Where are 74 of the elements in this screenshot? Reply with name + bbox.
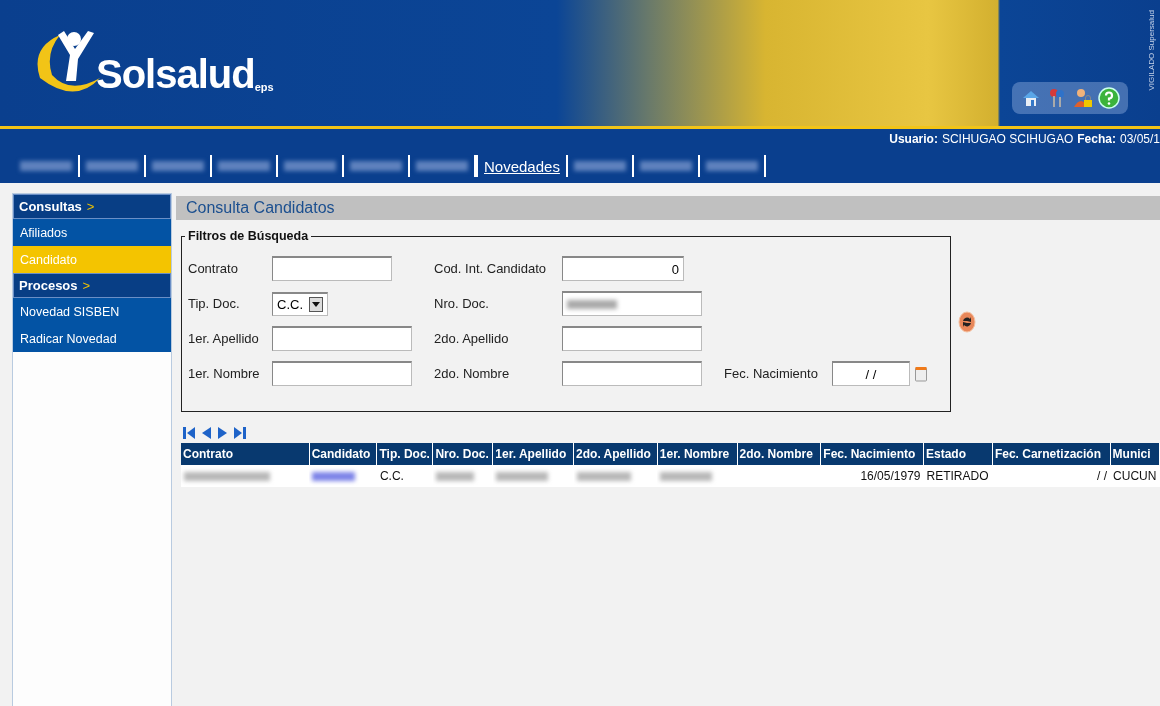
input-field[interactable]: [562, 361, 702, 386]
logo-text: Solsalud: [96, 52, 255, 97]
sidebar-item[interactable]: Afiliados: [13, 219, 171, 246]
column-header[interactable]: 1er. Apellido: [492, 443, 574, 465]
first-page-button[interactable]: [181, 426, 197, 440]
field-label: Contrato: [188, 261, 239, 276]
home-icon: [1021, 88, 1041, 108]
column-header[interactable]: Munici: [1110, 443, 1160, 465]
logo-suffix: eps: [254, 81, 274, 93]
column-header[interactable]: Fec. Carnetización: [992, 443, 1111, 465]
keys-icon: [1047, 87, 1067, 109]
previous-icon: [200, 426, 212, 440]
input-field[interactable]: 0: [562, 256, 684, 281]
table-cell: CUCUN: [1110, 465, 1160, 487]
column-header[interactable]: Fec. Nacimiento: [820, 443, 924, 465]
date-label: Fecha:: [1077, 132, 1116, 146]
doc-type-select[interactable]: C.C.: [272, 291, 328, 316]
field-label: 2do. Nombre: [434, 366, 511, 381]
user-lock-icon: [1073, 87, 1093, 109]
column-header[interactable]: Estado: [923, 443, 993, 465]
input-field[interactable]: [272, 326, 412, 351]
input-field[interactable]: [562, 291, 702, 316]
last-icon: [233, 426, 247, 440]
section-title: Consultas: [19, 199, 82, 214]
last-page-button[interactable]: [232, 426, 248, 440]
field-label: Tip. Doc.: [188, 296, 241, 311]
field-label: Fec. Nacimiento: [724, 366, 819, 381]
help-icon: [1098, 87, 1120, 109]
refresh-button[interactable]: [958, 311, 976, 333]
table-cell: 16/05/1979: [820, 465, 924, 487]
column-header[interactable]: 2do. Nombre: [737, 443, 821, 465]
side-text: VIGILADO Supersalud: [1147, 10, 1156, 91]
section-arrow: >: [82, 278, 91, 293]
input-field[interactable]: [272, 256, 392, 281]
table-cell: C.C.: [376, 465, 433, 487]
user-button[interactable]: [1072, 86, 1094, 110]
menu-tab[interactable]: Novedades: [476, 155, 568, 177]
sidebar-section-header[interactable]: Consultas >: [13, 194, 171, 219]
column-header[interactable]: 2do. Apellido: [573, 443, 658, 465]
blurred-text: [435, 471, 474, 481]
field-label: 2do. Apellido: [434, 331, 510, 346]
section-title: Procesos: [19, 278, 78, 293]
section-arrow: >: [86, 199, 95, 214]
input-field[interactable]: [562, 326, 702, 351]
sidebar-item[interactable]: Novedad SISBEN: [13, 298, 171, 325]
blurred-text: [576, 471, 631, 481]
refresh-icon: [958, 311, 976, 333]
blurred-text: [495, 471, 549, 481]
date-field[interactable]: / /: [832, 361, 910, 386]
column-header[interactable]: Tip. Doc.: [376, 443, 433, 465]
field-label: 1er. Nombre: [188, 366, 261, 381]
table-cell: RETIRADO: [923, 465, 993, 487]
caret-icon: [312, 301, 320, 307]
field-label: 1er. Apellido: [188, 331, 260, 346]
page-title: Consulta Candidatos: [176, 196, 1160, 220]
user-name: SCIHUGAO SCIHUGAO: [941, 132, 1074, 146]
user-label: Usuario:: [889, 132, 938, 146]
sidebar-item[interactable]: Radicar Novedad: [13, 325, 171, 352]
input-field[interactable]: [272, 361, 412, 386]
field-label: Cod. Int. Candidato: [434, 261, 548, 276]
field-label: Nro. Doc.: [434, 296, 490, 311]
column-header[interactable]: Candidato: [309, 443, 377, 465]
next-icon: [217, 426, 229, 440]
date-value: 03/05/1: [1119, 132, 1160, 146]
column-header[interactable]: Nro. Doc.: [432, 443, 493, 465]
first-icon: [182, 426, 196, 440]
calendar-icon[interactable]: [915, 365, 927, 382]
sidebar-section-header[interactable]: Procesos >: [13, 273, 171, 298]
help-button[interactable]: [1098, 86, 1120, 110]
blurred-text: [660, 471, 712, 481]
table-cell: / /: [992, 465, 1111, 487]
panel-legend: Filtros de Búsqueda: [185, 229, 312, 243]
column-header[interactable]: 1er. Nombre: [657, 443, 738, 465]
column-header[interactable]: Contrato: [181, 443, 310, 465]
